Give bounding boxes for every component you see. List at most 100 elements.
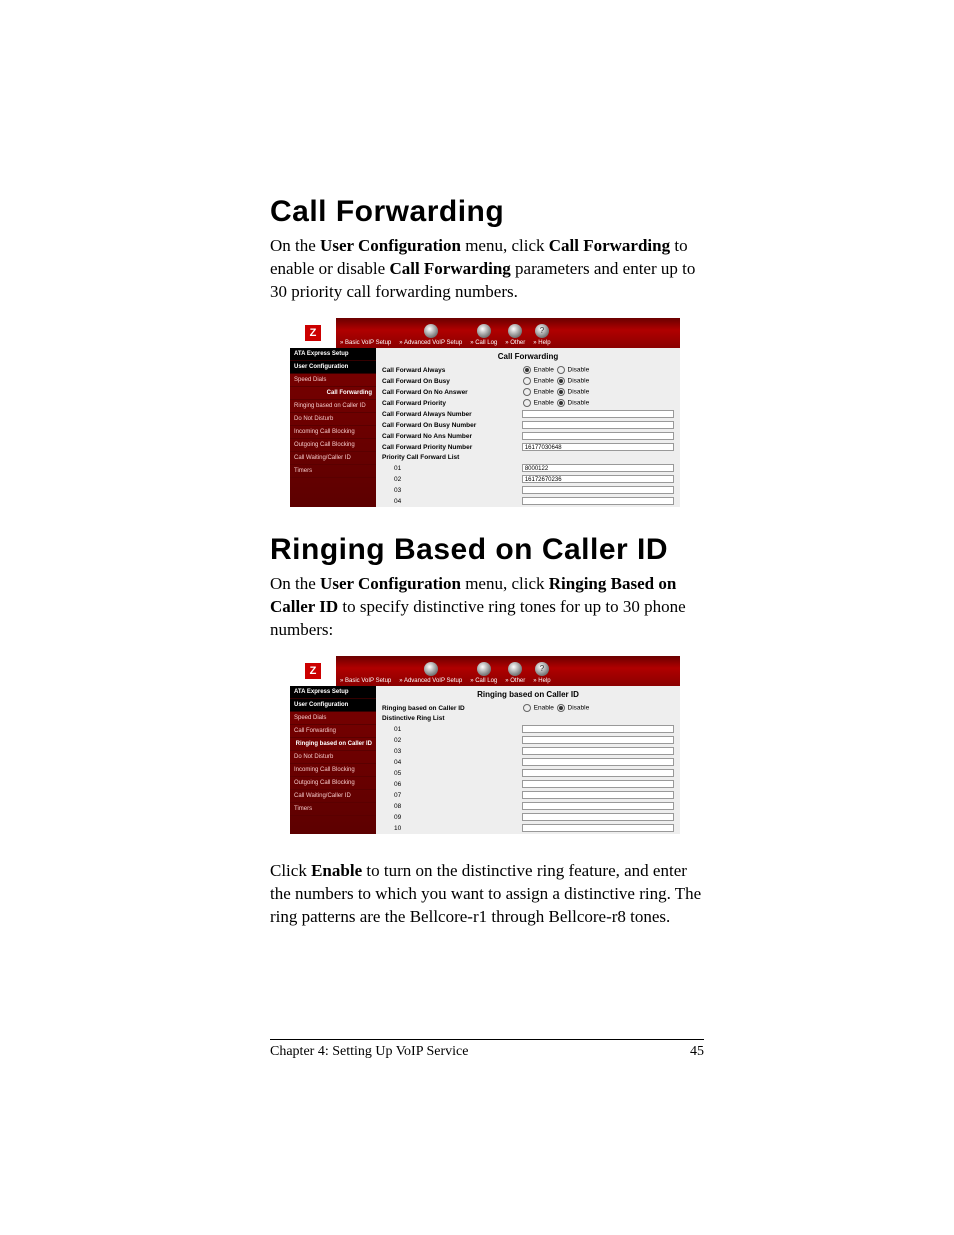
sidebar-item-incoming-block[interactable]: Incoming Call Blocking <box>290 764 376 777</box>
top-nav: Z » Basic VoIP Setup » Advanced VoIP Set… <box>290 656 680 686</box>
panel-title: Ringing based on Caller ID <box>376 686 680 703</box>
nav-call-log[interactable]: » Call Log <box>466 324 501 348</box>
list-index: 02 <box>376 735 516 746</box>
wrench-icon <box>424 662 438 676</box>
list-index: 04 <box>376 496 516 507</box>
sidebar-item-call-waiting[interactable]: Call Waiting/Caller ID <box>290 452 376 465</box>
help-icon: ? <box>535 324 549 338</box>
input-ring-07[interactable] <box>522 791 674 799</box>
list-index: 10 <box>376 823 516 834</box>
input-cfp-number[interactable]: 16177030648 <box>522 443 674 451</box>
sidebar-header-ata[interactable]: ATA Express Setup <box>290 348 376 361</box>
toggle-cfna[interactable]: Enable Disable <box>516 387 680 398</box>
toggle-cfa[interactable]: Enable Disable <box>516 365 680 376</box>
input-ring-04[interactable] <box>522 758 674 766</box>
sidebar: ATA Express Setup User Configuration Spe… <box>290 686 376 834</box>
input-ring-10[interactable] <box>522 824 674 832</box>
sidebar: ATA Express Setup User Configuration Spe… <box>290 348 376 507</box>
sidebar-item-call-waiting[interactable]: Call Waiting/Caller ID <box>290 790 376 803</box>
list-index: 03 <box>376 746 516 757</box>
input-priority-01[interactable]: 8000122 <box>522 464 674 472</box>
list-index: 07 <box>376 790 516 801</box>
sidebar-item-outgoing-block[interactable]: Outgoing Call Blocking <box>290 439 376 452</box>
input-cfb-number[interactable] <box>522 421 674 429</box>
radio-enable[interactable] <box>523 366 531 374</box>
input-cfna-number[interactable] <box>522 432 674 440</box>
toggle-ringing[interactable]: Enable Disable <box>516 703 680 714</box>
sidebar-item-ringing[interactable]: Ringing based on Caller ID <box>290 400 376 413</box>
sidebar-header-user[interactable]: User Configuration <box>290 699 376 712</box>
sidebar-item-dnd[interactable]: Do Not Disturb <box>290 751 376 764</box>
input-ring-03[interactable] <box>522 747 674 755</box>
nav-basic[interactable]: » Basic VoIP Setup <box>336 340 395 348</box>
nav-advanced[interactable]: » Advanced VoIP Setup <box>395 662 466 686</box>
sidebar-item-incoming-block[interactable]: Incoming Call Blocking <box>290 426 376 439</box>
sidebar-item-call-forwarding[interactable]: Call Forwarding <box>290 387 376 400</box>
sidebar-item-timers[interactable]: Timers <box>290 465 376 478</box>
input-ring-09[interactable] <box>522 813 674 821</box>
list-index: 04 <box>376 757 516 768</box>
sidebar-item-speed-dials[interactable]: Speed Dials <box>290 712 376 725</box>
radio-disable[interactable] <box>557 366 565 374</box>
radio-enable[interactable] <box>523 399 531 407</box>
nav-call-log[interactable]: » Call Log <box>466 662 501 686</box>
input-ring-05[interactable] <box>522 769 674 777</box>
screenshot-call-forwarding: Z » Basic VoIP Setup » Advanced VoIP Set… <box>270 318 704 507</box>
heading-ringing: Ringing Based on Caller ID <box>270 533 704 567</box>
list-index: 09 <box>376 812 516 823</box>
input-ring-01[interactable] <box>522 725 674 733</box>
radio-disable[interactable] <box>557 704 565 712</box>
text-bold: Call Forwarding <box>549 236 670 255</box>
input-ring-02[interactable] <box>522 736 674 744</box>
input-priority-04[interactable] <box>522 497 674 505</box>
toggle-cfb[interactable]: Enable Disable <box>516 376 680 387</box>
input-cfa-number[interactable] <box>522 410 674 418</box>
list-index: 08 <box>376 801 516 812</box>
row-label: Call Forward On No Answer <box>376 387 516 398</box>
nav-basic[interactable]: » Basic VoIP Setup <box>336 678 395 686</box>
input-ring-06[interactable] <box>522 780 674 788</box>
sidebar-header-ata[interactable]: ATA Express Setup <box>290 686 376 699</box>
radio-enable[interactable] <box>523 388 531 396</box>
sidebar-header-user[interactable]: User Configuration <box>290 361 376 374</box>
list-index: 01 <box>376 463 516 474</box>
footer-page-number: 45 <box>690 1044 704 1060</box>
input-ring-08[interactable] <box>522 802 674 810</box>
nav-help[interactable]: ?» Help <box>529 662 554 686</box>
sidebar-item-timers[interactable]: Timers <box>290 803 376 816</box>
sidebar-item-outgoing-block[interactable]: Outgoing Call Blocking <box>290 777 376 790</box>
toggle-cfp[interactable]: Enable Disable <box>516 398 680 409</box>
radio-disable[interactable] <box>557 377 565 385</box>
gear-icon <box>508 662 522 676</box>
nav-other[interactable]: » Other <box>501 662 529 686</box>
input-priority-02[interactable]: 16172670236 <box>522 475 674 483</box>
sidebar-item-dnd[interactable]: Do Not Disturb <box>290 413 376 426</box>
text-bold: User Configuration <box>320 236 461 255</box>
nav-help[interactable]: ?» Help <box>529 324 554 348</box>
sidebar-item-ringing[interactable]: Ringing based on Caller ID <box>290 738 376 751</box>
text: Click <box>270 861 311 880</box>
text: On the <box>270 236 320 255</box>
row-label: Call Forward Always <box>376 365 516 376</box>
row-label: Ringing based on Caller ID <box>376 703 516 714</box>
text: menu, click <box>461 574 549 593</box>
row-label: Call Forward On Busy <box>376 376 516 387</box>
para-ringing: On the User Configuration menu, click Ri… <box>270 573 704 642</box>
gear-icon <box>508 324 522 338</box>
radio-enable[interactable] <box>523 377 531 385</box>
radio-enable[interactable] <box>523 704 531 712</box>
input-priority-03[interactable] <box>522 486 674 494</box>
sidebar-item-call-forwarding[interactable]: Call Forwarding <box>290 725 376 738</box>
text: On the <box>270 574 320 593</box>
nav-other[interactable]: » Other <box>501 324 529 348</box>
list-index: 01 <box>376 724 516 735</box>
list-index: 06 <box>376 779 516 790</box>
radio-disable[interactable] <box>557 399 565 407</box>
top-nav: Z » Basic VoIP Setup » Advanced VoIP Set… <box>290 318 680 348</box>
sidebar-item-speed-dials[interactable]: Speed Dials <box>290 374 376 387</box>
nav-advanced[interactable]: » Advanced VoIP Setup <box>395 324 466 348</box>
screenshot-ringing: Z » Basic VoIP Setup » Advanced VoIP Set… <box>270 656 704 834</box>
help-icon: ? <box>535 662 549 676</box>
radio-disable[interactable] <box>557 388 565 396</box>
list-index: 05 <box>376 768 516 779</box>
